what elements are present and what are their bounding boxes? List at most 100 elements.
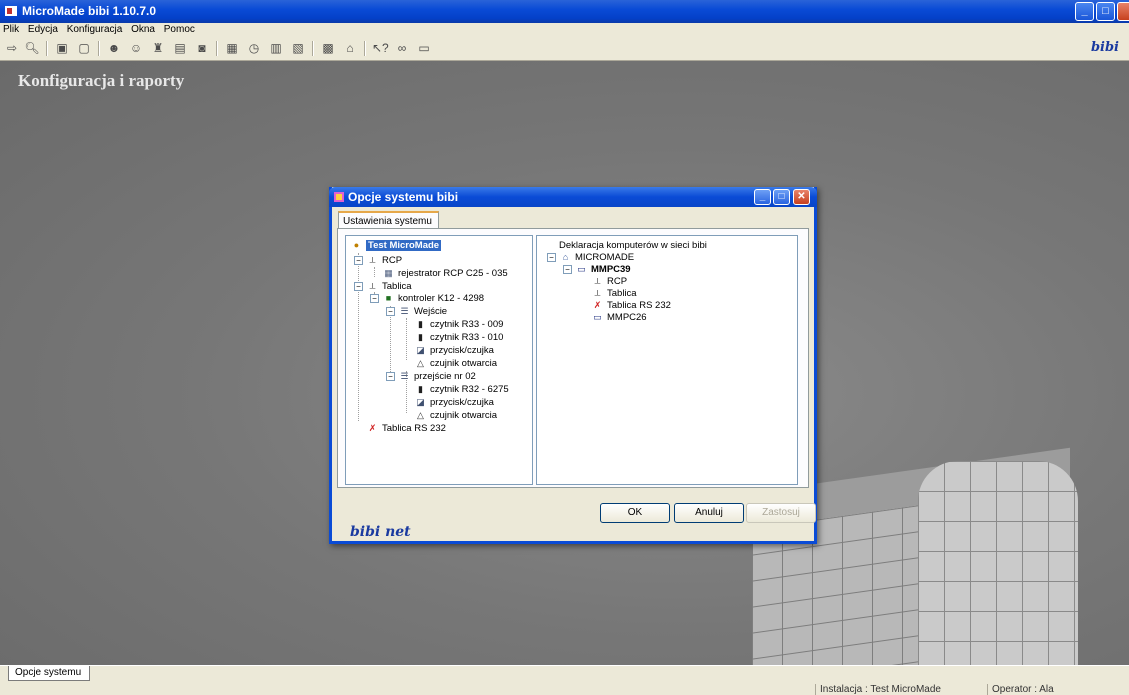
opening-sensor-icon: △ — [417, 410, 424, 421]
rs232-icon: ✗ — [593, 300, 602, 311]
tree-item-system[interactable]: ● Test MicroMade — [350, 239, 442, 252]
tab-system-settings[interactable]: Ustawienia systemu — [338, 211, 439, 229]
clock-icon[interactable]: ◷ — [246, 40, 262, 56]
tree-item-label: Tablica RS 232 — [607, 300, 671, 311]
tree-item-label: Tablica — [382, 281, 412, 292]
system-tree-panel: ● Test MicroMade − ⟂ RCP ▦ rejestrator RCP … — [345, 235, 533, 485]
table-icon[interactable]: ▥ — [268, 40, 284, 56]
tab-system-options[interactable]: Opcje systemu — [8, 666, 91, 681]
calendar-icon[interactable]: ▦ — [224, 40, 240, 56]
door-in-icon[interactable]: ▣ — [54, 40, 70, 56]
tree-item-rcp[interactable]: ⟂ RCP — [366, 254, 402, 267]
binoculars-icon[interactable]: ∞ — [394, 40, 410, 56]
minimize-button[interactable]: _ — [1075, 2, 1094, 21]
status-operator: Operator : Ala — [987, 684, 1129, 695]
people-icon[interactable]: ☺ — [128, 40, 144, 56]
tree-item-opening-sensor[interactable]: △ czujnik otwarcia — [414, 409, 497, 422]
recorder-icon: ▦ — [384, 268, 393, 279]
tree-item-label: RCP — [382, 255, 403, 266]
tree-item-label: Test MicroMade — [366, 240, 442, 251]
brand-logo: bibi — [1090, 40, 1119, 55]
tree-item-label: czujnik otwarcia — [430, 358, 498, 369]
menu-bar: Plik Edycja Konfiguracja Okna Pomoc — [0, 23, 1129, 37]
tree-item-button-sensor[interactable]: ◪ przycisk/czujka — [414, 396, 494, 409]
help-pointer-icon[interactable]: ↖? — [372, 40, 389, 56]
door-out-icon[interactable]: ▢ — [76, 40, 92, 56]
options-dialog: Opcje systemu bibi _ □ ✕ Ustawienia syst… — [329, 187, 817, 544]
collapse-toggle[interactable]: − — [354, 282, 363, 291]
tree-item-controller[interactable]: ■ kontroler K12 - 4298 — [382, 292, 484, 305]
system-icon: ● — [353, 240, 360, 251]
menu-konfiguracja[interactable]: Konfiguracja — [64, 23, 126, 35]
close-button[interactable] — [1117, 2, 1129, 21]
ok-button[interactable]: OK — [600, 503, 670, 523]
card-icon[interactable]: ◙ — [194, 40, 210, 56]
users-group-icon[interactable]: ♜ — [150, 40, 166, 56]
tree-item-label: MMPC26 — [607, 312, 647, 323]
window-title: MicroMade bibi 1.10.7.0 — [22, 4, 157, 18]
tree-item-label: czytnik R33 - 010 — [430, 332, 504, 343]
collapse-toggle[interactable]: − — [386, 372, 395, 381]
dialog-close-button[interactable]: ✕ — [793, 189, 810, 205]
tree-item-przejscie[interactable]: ☰ przejście nr 02 — [398, 370, 475, 383]
maximize-button[interactable]: □ — [1096, 2, 1115, 21]
tree-item-button-sensor[interactable]: ◪ przycisk/czujka — [414, 344, 494, 357]
document-tab-strip: Opcje systemu — [0, 665, 1129, 681]
menu-okna[interactable]: Okna — [128, 23, 158, 35]
toolbar-separator — [98, 41, 100, 56]
tree-item-reader[interactable]: ▮ czytnik R32 - 6275 — [414, 383, 509, 396]
monitor-icon[interactable]: ▭ — [416, 40, 432, 56]
tree-item-recorder[interactable]: ▦ rejestrator RCP C25 - 035 — [382, 267, 507, 280]
apply-button[interactable]: Zastosuj — [746, 503, 816, 523]
dialog-maximize-button[interactable]: □ — [773, 189, 790, 205]
collapse-toggle[interactable]: − — [563, 265, 572, 274]
rs232-icon: ✗ — [368, 423, 377, 434]
menu-pomoc[interactable]: Pomoc — [161, 23, 198, 35]
menu-edycja[interactable]: Edycja — [25, 23, 61, 35]
brand-net-logo: bibi net — [350, 524, 411, 540]
dialog-minimize-button[interactable]: _ — [754, 189, 771, 205]
dialog-tab-panel: ● Test MicroMade − ⟂ RCP ▦ rejestrator RCP … — [337, 228, 809, 488]
database-icon[interactable]: ▩ — [320, 40, 336, 56]
menu-plik[interactable]: Plik — [0, 23, 22, 35]
tree-item-label: Tablica — [607, 288, 637, 299]
tree-item-rs232[interactable]: ✗ Tablica RS 232 — [366, 422, 446, 435]
exit-icon[interactable]: ⇨ — [4, 40, 20, 56]
tree-item-label: Tablica RS 232 — [382, 423, 446, 434]
tree-item-reader[interactable]: ▮ czytnik R33 - 009 — [414, 318, 503, 331]
tree-item-opening-sensor[interactable]: △ czujnik otwarcia — [414, 357, 497, 370]
person-icon[interactable]: ☻ — [106, 40, 122, 56]
tree-line — [374, 267, 375, 277]
tree-item-label: MMPC39 — [591, 264, 631, 275]
dialog-title-bar: Opcje systemu bibi _ □ ✕ — [329, 187, 817, 207]
dialog-title: Opcje systemu bibi — [348, 190, 459, 204]
reader-icon: ▮ — [418, 319, 423, 330]
collapse-toggle[interactable]: − — [354, 256, 363, 265]
status-bar: Instalacja : Test MicroMade Operator : A… — [0, 681, 1129, 695]
opening-sensor-icon: △ — [417, 358, 424, 369]
cancel-button[interactable]: Anuluj — [674, 503, 744, 523]
door-icon: ☰ — [400, 371, 409, 382]
computer-icon: ▭ — [593, 312, 602, 323]
tree-item-label: przycisk/czujka — [430, 397, 494, 408]
collapse-toggle[interactable]: − — [386, 307, 395, 316]
preview-icon[interactable]: 🔍︎ — [24, 40, 40, 56]
collapse-toggle[interactable]: − — [547, 253, 556, 262]
dialog-icon — [334, 192, 344, 202]
tree-item-label: Wejście — [414, 306, 448, 317]
toolbar-separator — [312, 41, 314, 56]
reader-icon: ▮ — [418, 384, 423, 395]
toolbar-separator — [364, 41, 366, 56]
report-icon[interactable]: ▤ — [172, 40, 188, 56]
button-sensor-icon: ◪ — [416, 345, 425, 356]
controller-icon: ■ — [385, 293, 392, 304]
tree-item-wejscie[interactable]: ☰ Wejście — [398, 305, 447, 318]
collapse-toggle[interactable]: − — [370, 294, 379, 303]
document-icon[interactable]: ▧ — [290, 40, 306, 56]
rcp-icon: ⟂ — [594, 276, 601, 287]
network-icon[interactable]: ⌂ — [342, 40, 358, 56]
tree-item-computer[interactable]: ▭ MMPC26 — [591, 311, 647, 324]
tree-item-label: przycisk/czujka — [430, 345, 494, 356]
title-bar: MicroMade bibi 1.10.7.0 _ □ — [0, 0, 1129, 23]
tree-item-reader[interactable]: ▮ czytnik R33 - 010 — [414, 331, 503, 344]
